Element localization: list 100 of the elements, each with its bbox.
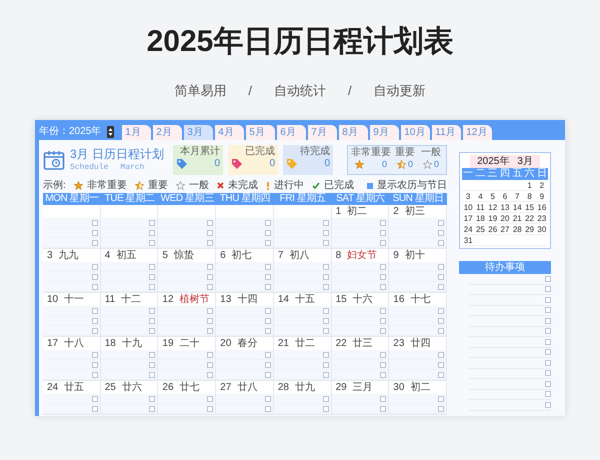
checkbox[interactable]: [92, 274, 98, 280]
checkbox[interactable]: [545, 318, 551, 324]
checkbox[interactable]: [545, 286, 551, 292]
checkbox[interactable]: [545, 328, 551, 334]
checkbox[interactable]: [149, 308, 156, 314]
checkbox[interactable]: [207, 352, 214, 358]
checkbox[interactable]: [545, 380, 551, 387]
checkbox[interactable]: [438, 362, 444, 368]
date-cell[interactable]: 27: [498, 224, 512, 235]
date-cell[interactable]: 19: [486, 213, 499, 224]
checkbox[interactable]: [545, 338, 551, 345]
date-cell[interactable]: 18: [474, 213, 487, 224]
checkbox[interactable]: [149, 328, 156, 334]
date-cell[interactable]: 14: [511, 202, 524, 213]
checkbox[interactable]: [545, 349, 551, 356]
checkbox[interactable]: [207, 308, 214, 314]
date-cell[interactable]: 8: [523, 191, 536, 202]
checkbox[interactable]: [322, 318, 329, 324]
checkbox[interactable]: [380, 318, 386, 324]
checkbox[interactable]: [322, 240, 329, 246]
checkbox[interactable]: [92, 230, 98, 236]
checkbox[interactable]: [367, 182, 373, 188]
date-cell[interactable]: 16: [536, 202, 548, 213]
checkbox[interactable]: [380, 396, 386, 402]
checkbox[interactable]: [380, 308, 386, 314]
checkbox[interactable]: [92, 318, 98, 324]
checkbox[interactable]: [149, 372, 156, 378]
checkbox[interactable]: [438, 230, 444, 236]
checkbox[interactable]: [207, 406, 214, 412]
checkbox[interactable]: [207, 220, 214, 226]
checkbox[interactable]: [380, 264, 386, 270]
checkbox[interactable]: [545, 370, 551, 376]
checkbox[interactable]: [264, 372, 271, 378]
checkbox[interactable]: [149, 352, 156, 358]
checkbox[interactable]: [92, 352, 98, 358]
checkbox[interactable]: [92, 372, 98, 378]
checkbox[interactable]: [92, 264, 98, 270]
checkbox[interactable]: [149, 396, 156, 402]
checkbox[interactable]: [438, 284, 444, 290]
checkbox[interactable]: [92, 406, 98, 412]
checkbox[interactable]: [322, 328, 329, 334]
checkbox[interactable]: [149, 264, 156, 270]
checkbox[interactable]: [264, 230, 271, 236]
checkbox[interactable]: [264, 318, 271, 324]
checkbox[interactable]: [149, 406, 156, 412]
date-cell[interactable]: 1: [523, 180, 536, 191]
date-cell[interactable]: 28: [511, 224, 524, 235]
checkbox[interactable]: [264, 264, 271, 270]
date-cell[interactable]: 11: [474, 202, 487, 213]
checkbox[interactable]: [438, 406, 444, 412]
checkbox[interactable]: [322, 308, 329, 314]
date-cell[interactable]: 15: [523, 202, 536, 213]
spinner-icon[interactable]: [107, 126, 114, 138]
checkbox[interactable]: [545, 360, 551, 366]
checkbox[interactable]: [545, 391, 551, 398]
checkbox[interactable]: [438, 318, 444, 324]
checkbox[interactable]: [207, 264, 214, 270]
date-cell[interactable]: 26: [486, 224, 499, 235]
checkbox[interactable]: [207, 328, 214, 334]
checkbox[interactable]: [207, 284, 214, 290]
date-cell[interactable]: 20: [498, 213, 512, 224]
checkbox[interactable]: [380, 240, 386, 246]
checkbox[interactable]: [438, 220, 444, 226]
checkbox[interactable]: [207, 230, 214, 236]
checkbox[interactable]: [207, 240, 214, 246]
checkbox[interactable]: [264, 328, 271, 334]
checkbox[interactable]: [322, 220, 329, 226]
checkbox[interactable]: [438, 240, 444, 246]
checkbox[interactable]: [207, 274, 214, 280]
checkbox[interactable]: [545, 307, 551, 314]
date-cell[interactable]: 6: [498, 191, 512, 202]
checkbox[interactable]: [207, 372, 214, 378]
date-cell[interactable]: 13: [498, 202, 512, 213]
checkbox[interactable]: [92, 284, 98, 290]
date-cell[interactable]: 9: [536, 191, 548, 202]
checkbox[interactable]: [438, 308, 444, 314]
date-cell[interactable]: 23: [536, 213, 548, 224]
checkbox[interactable]: [149, 318, 156, 324]
date-cell[interactable]: 3: [462, 191, 474, 202]
checkbox[interactable]: [92, 396, 98, 402]
checkbox[interactable]: [264, 396, 271, 402]
date-cell[interactable]: 12: [486, 202, 499, 213]
date-cell[interactable]: 30: [536, 224, 548, 235]
checkbox[interactable]: [545, 276, 551, 282]
date-cell[interactable]: 2: [536, 180, 548, 191]
checkbox[interactable]: [322, 230, 329, 236]
date-cell[interactable]: 10: [462, 202, 474, 213]
date-cell[interactable]: 22: [523, 213, 536, 224]
date-cell[interactable]: 5: [486, 191, 499, 202]
checkbox[interactable]: [380, 230, 386, 236]
checkbox[interactable]: [207, 362, 214, 368]
checkbox[interactable]: [322, 406, 329, 412]
checkbox[interactable]: [380, 362, 386, 368]
checkbox[interactable]: [92, 308, 98, 314]
checkbox[interactable]: [322, 284, 329, 290]
checkbox[interactable]: [322, 396, 329, 402]
checkbox[interactable]: [264, 240, 271, 246]
checkbox[interactable]: [149, 230, 156, 236]
checkbox[interactable]: [207, 318, 214, 324]
checkbox[interactable]: [264, 220, 271, 226]
